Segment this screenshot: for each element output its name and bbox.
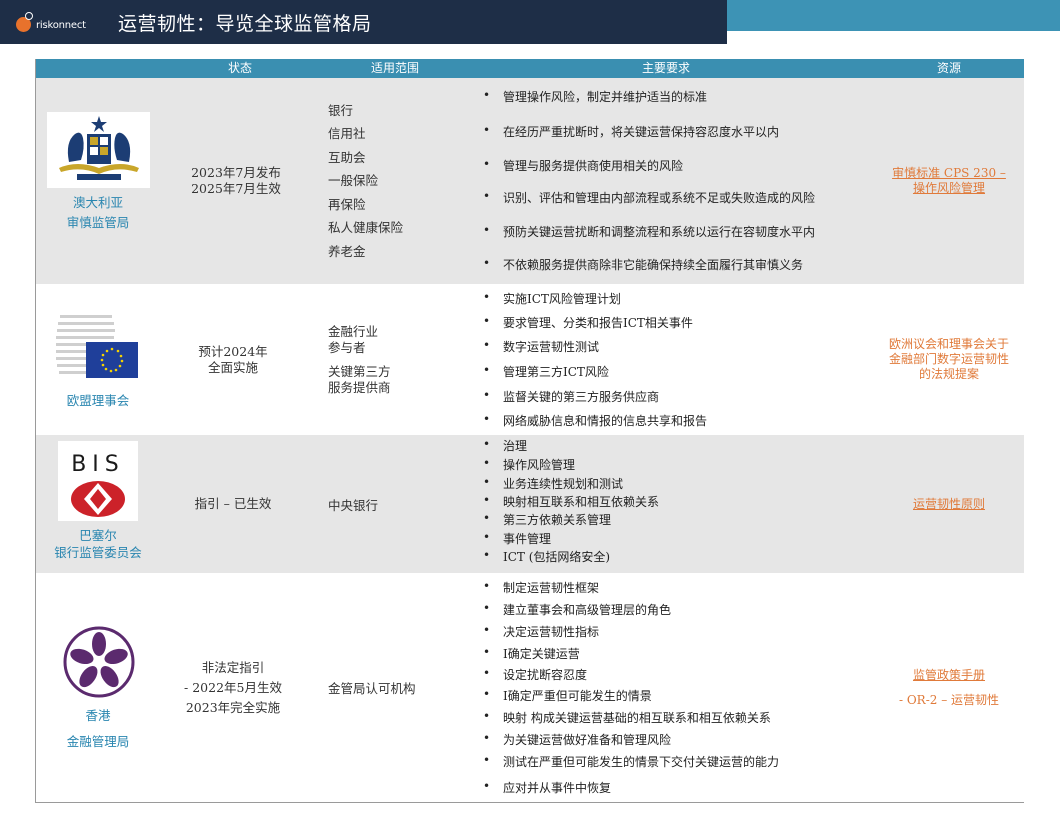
list-item: 实施ICT风险管理计划 (483, 290, 621, 307)
status-cell: 非法定指引 - 2022年5月生效 2023年完全实施 (184, 659, 282, 715)
bis-logo-icon: BIS (58, 441, 138, 521)
list-item: I确定关键运营 (483, 645, 580, 662)
list-item: 识别、评估和管理由内部流程或系统不足或失败造成的风险 (483, 189, 815, 206)
table-row-hkma: 香港 金融管理局 非法定指引 - 2022年5月生效 2023年完全实施 金管局… (36, 573, 1024, 802)
list-item: 第三方依赖关系管理 (483, 511, 611, 528)
resource-link-cps230[interactable]: 审慎标准 CPS 230 – 操作风险管理 (892, 166, 1006, 196)
list-item: 治理 (483, 437, 527, 454)
requirements-cell: 治理 操作风险管理 业务连续性规划和测试 映射相互联系和相互依赖关系 第三方依赖… (476, 435, 876, 573)
list-item: 预防关键运营扰断和调整流程和系统以运行在容韧度水平内 (483, 223, 815, 240)
requirements-cell: 实施ICT风险管理计划 要求管理、分类和报告ICT相关事件 数字运营韧性测试 管… (476, 284, 876, 435)
requirements-cell: 管理操作风险，制定并维护适当的标准 在经历严重扰断时，将关键运营保持容忍度水平以… (476, 78, 876, 284)
org-name: 澳大利亚 审慎监管局 (66, 195, 130, 230)
list-item: 设定扰断容忍度 (483, 666, 587, 683)
status-cell: 预计2024年 全面实施 (198, 343, 268, 375)
resource-link-principles[interactable]: 运营韧性原则 (913, 497, 985, 512)
column-header-status: 状态 (227, 61, 252, 75)
list-item: 管理操作风险，制定并维护适当的标准 (483, 88, 707, 105)
list-item: 为关键运营做好准备和管理风险 (483, 731, 671, 748)
org-cell: 澳大利亚 审慎监管局 (36, 78, 160, 284)
scope-cell: 中央银行 (328, 497, 379, 513)
australian-coat-of-arms-icon (47, 112, 150, 188)
resource-cell: 审慎标准 CPS 230 – 操作风险管理 (874, 78, 1024, 284)
resource-cell: 监管政策手册 - OR-2 – 运营韧性 (874, 573, 1024, 802)
scope-cell: 金管局认可机构 (328, 681, 416, 696)
list-item: 映射 构成关键运营基础的相互联系和相互依赖关系 (483, 709, 771, 726)
scope-cell: 金融行业 参与者 关键第三方 服务提供商 (328, 323, 391, 395)
list-item: 数字运营韧性测试 (483, 338, 599, 355)
resource-link-spm[interactable]: 监管政策手册 (913, 663, 985, 688)
org-cell: 香港 金融管理局 (36, 573, 160, 802)
org-name: 巴塞尔 银行监管委员会 (54, 528, 142, 560)
requirements-cell: 制定运营韧性框架 建立董事会和高级管理层的角色 决定运营韧性指标 I确定关键运营… (476, 573, 876, 802)
resource-text-or2: - OR-2 – 运营韧性 (898, 692, 1000, 707)
list-item: 要求管理、分类和报告ICT相关事件 (483, 314, 693, 331)
riskonnect-logo-icon (14, 12, 34, 32)
list-item: 决定运营韧性指标 (483, 623, 599, 640)
list-item: 操作风险管理 (483, 456, 575, 473)
list-item: 测试在严重但可能发生的情景下交付关键运营的能力 (483, 753, 779, 770)
table-row-bis: BIS 巴塞尔 银行监管委员会 指引 – 已生效 中央银行 治理 操作风险管理 … (36, 435, 1024, 573)
list-item: 监督关键的第三方服务供应商 (483, 388, 659, 405)
resource-cell: 运营韧性原则 (874, 435, 1024, 573)
list-item: 管理第三方ICT风险 (483, 363, 609, 380)
list-item: 制定运营韧性框架 (483, 579, 599, 596)
bauhinia-flower-icon (63, 626, 135, 698)
list-item: 管理与服务提供商使用相关的风险 (483, 157, 683, 174)
regulation-table: 状态 适用范围 主要要求 资源 澳大利亚 审慎监管局 2023年7月发布 202… (35, 59, 1024, 803)
list-item: 网络威胁信息和情报的信息共享和报告 (483, 412, 707, 429)
list-item: 在经历严重扰断时，将关键运营保持容忍度水平以内 (483, 123, 779, 140)
org-cell: 欧盟理事会 (36, 284, 160, 435)
table-header: 状态 适用范围 主要要求 资源 (36, 59, 1024, 78)
status-cell: 指引 – 已生效 (194, 496, 272, 511)
svg-text:BIS: BIS (71, 452, 125, 477)
list-item: 业务连续性规划和测试 (483, 475, 623, 492)
scope-cell: 银行 信用社 互助会 一般保险 再保险 私人健康保险 养老金 (328, 102, 404, 259)
logo-text: riskonnect (36, 19, 86, 31)
page-title: 运营韧性：导览全球监管格局 (118, 13, 372, 35)
list-item: I确定严重但可能发生的情景 (483, 687, 652, 704)
table-row-apra: 澳大利亚 审慎监管局 2023年7月发布 2025年7月生效 银行 信用社 互助… (36, 78, 1024, 284)
column-header-resources: 资源 (936, 61, 961, 75)
list-item: 映射相互联系和相互依赖关系 (483, 493, 659, 510)
list-item: 建立董事会和高级管理层的角色 (483, 601, 671, 618)
header-accent-bar (727, 0, 1060, 31)
column-header-requirements: 主要要求 (641, 61, 690, 75)
list-item: 不依赖服务提供商除非它能确保持续全面履行其审慎义务 (483, 256, 803, 273)
list-item: ICT (包括网络安全) (483, 548, 610, 565)
list-item: 应对并从事件中恢复 (483, 779, 611, 796)
resource-cell: 欧洲议会和理事会关于 金融部门数字运营韧性 的法规提案 (874, 284, 1024, 435)
status-cell: 2023年7月发布 2025年7月生效 (191, 165, 281, 196)
org-name: 欧盟理事会 (66, 393, 130, 408)
resource-text-eu-proposal: 欧洲议会和理事会关于 金融部门数字运营韧性 的法规提案 (888, 337, 1009, 381)
eu-council-icon (56, 311, 140, 385)
column-header-scope: 适用范围 (370, 61, 419, 75)
riskonnect-logo: riskonnect (14, 10, 86, 34)
org-cell: BIS 巴塞尔 银行监管委员会 (36, 435, 160, 573)
list-item: 事件管理 (483, 530, 551, 547)
org-name: 香港 金融管理局 (66, 708, 130, 749)
table-row-eu-council: 欧盟理事会 预计2024年 全面实施 金融行业 参与者 关键第三方 服务提供商 … (36, 284, 1024, 435)
